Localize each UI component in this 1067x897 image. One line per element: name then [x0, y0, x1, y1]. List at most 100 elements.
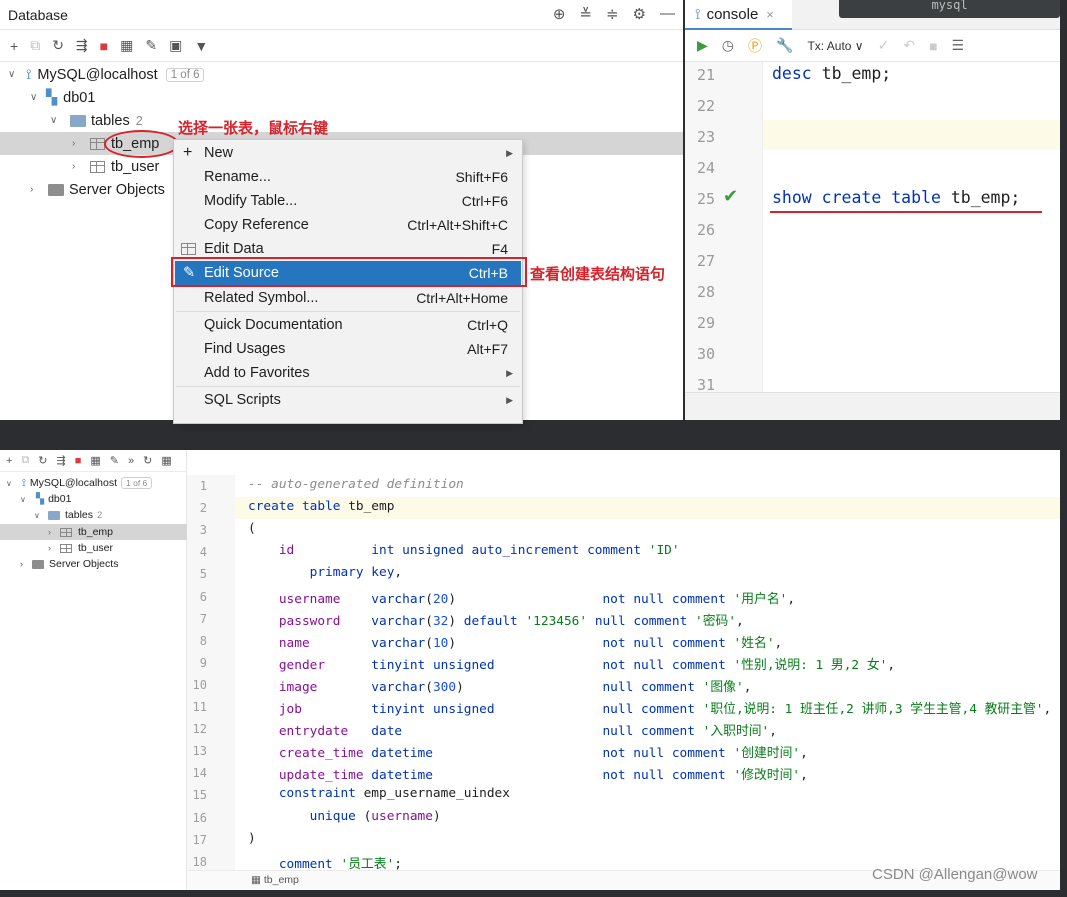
code-line[interactable]: gender tinyint unsigned not null comment…: [248, 654, 895, 673]
tab-console[interactable]: ⟟ console ×: [685, 0, 792, 30]
run-icon[interactable]: ▶: [697, 37, 708, 54]
chevron-down-icon[interactable]: ∨: [30, 92, 42, 103]
menu-item-add-to-favorites[interactable]: Add to Favorites ▶: [175, 361, 521, 385]
chevron-down-icon[interactable]: ∨: [8, 69, 20, 80]
code-line[interactable]: update_time datetime not null comment '修…: [248, 764, 808, 783]
add-icon[interactable]: +: [10, 38, 18, 54]
refresh-icon[interactable]: ↻: [38, 454, 47, 467]
crosshair-icon[interactable]: ⊕: [553, 5, 566, 23]
code-line[interactable]: name varchar(10) not null comment '姓名',: [248, 632, 782, 651]
folder-icon: [48, 183, 64, 196]
menu-item-copy-reference[interactable]: Copy Reference Ctrl+Alt+Shift+C: [175, 213, 521, 237]
refresh-icon[interactable]: ↻: [143, 454, 152, 467]
chevron-down-icon[interactable]: ∨: [50, 115, 62, 126]
menu-item-rename[interactable]: Rename... Shift+F6: [175, 165, 521, 189]
commit-icon[interactable]: ✓: [878, 37, 890, 54]
chevron-right-icon[interactable]: ›: [48, 543, 60, 553]
code-line-25[interactable]: show create table tb_emp;: [772, 188, 1020, 207]
more-icon[interactable]: »: [128, 455, 134, 467]
query-console-icon[interactable]: ▣: [169, 37, 182, 54]
table-editor-icon[interactable]: ▦: [90, 454, 100, 467]
code-line[interactable]: comment '员工表';: [248, 853, 402, 872]
tree-server-objects[interactable]: › Server Objects: [30, 178, 165, 201]
code-line[interactable]: ): [248, 831, 256, 846]
chevron-right-icon[interactable]: ›: [20, 559, 32, 569]
server-objects-label: Server Objects: [69, 181, 165, 198]
code-line[interactable]: constraint emp_username_uindex: [248, 786, 510, 801]
menu-item-find-usages[interactable]: Find Usages Alt+F7: [175, 337, 521, 361]
table-editor-icon[interactable]: ▦: [120, 37, 133, 54]
close-icon[interactable]: ×: [766, 7, 774, 22]
schema-icon[interactable]: ⇶: [57, 454, 66, 467]
line-number: 4: [199, 545, 207, 560]
code-line[interactable]: (: [248, 521, 256, 536]
filter-icon[interactable]: ▼: [194, 38, 208, 54]
schema-icon[interactable]: ⇶: [76, 37, 88, 54]
code-line[interactable]: entrydate date null comment '入职时间',: [248, 720, 777, 739]
chevron-down-icon[interactable]: ∨: [20, 495, 32, 504]
line-number: 8: [199, 633, 207, 648]
line-number: 14: [192, 766, 207, 781]
tree-datasource[interactable]: ∨ ⟟ MySQL@localhost 1 of 6: [8, 63, 205, 86]
checkmark-icon: ✔: [723, 186, 739, 206]
menu-item-new[interactable]: + New ▶: [175, 141, 521, 165]
refresh-icon[interactable]: ↻: [52, 37, 64, 54]
copy-icon[interactable]: ⧉: [30, 37, 40, 54]
chevron-right-icon[interactable]: ›: [72, 138, 84, 149]
tree-tables-folder[interactable]: ∨ tables 2: [34, 507, 102, 523]
tree-schema[interactable]: ∨ ▚ db01: [20, 491, 71, 507]
code-line[interactable]: -- auto-generated definition: [248, 477, 464, 492]
code-line-21[interactable]: desc tb_emp;: [772, 64, 891, 83]
rollback-icon[interactable]: ↶: [903, 37, 915, 54]
chevron-down-icon[interactable]: ∨: [34, 511, 46, 520]
edit-icon[interactable]: ✎: [145, 37, 157, 54]
grid-icon[interactable]: ▦: [161, 454, 171, 467]
minimize-icon[interactable]: —: [660, 5, 675, 23]
tables-count: 2: [135, 113, 143, 128]
table-layout-icon[interactable]: ☰: [952, 37, 965, 54]
chevron-right-icon[interactable]: ›: [72, 161, 84, 172]
tree-table-tb-user[interactable]: › tb_user: [48, 540, 113, 556]
code-line[interactable]: password varchar(32) default '123456' nu…: [248, 610, 744, 629]
menu-item-quick-documentation[interactable]: Quick Documentation Ctrl+Q: [175, 313, 521, 337]
tree-table-tb-emp[interactable]: › tb_emp: [48, 524, 113, 540]
code-line[interactable]: create_time datetime not null comment '创…: [248, 742, 808, 761]
menu-item-sql-scripts[interactable]: SQL Scripts ▶: [175, 388, 521, 412]
code-line[interactable]: username varchar(20) not null comment '用…: [248, 588, 795, 607]
tree-datasource[interactable]: ∨ ⟟ MySQL@localhost 1 of 6: [6, 475, 153, 491]
expand-all-icon[interactable]: ≚: [579, 5, 592, 23]
code-line[interactable]: create table tb_emp: [248, 499, 394, 514]
line-number: 3: [199, 523, 207, 538]
tree-schema[interactable]: ∨ ▚ db01: [30, 86, 95, 109]
code-line[interactable]: primary key,: [248, 565, 403, 580]
line-number: 7: [199, 611, 207, 626]
console-status: [685, 392, 1060, 420]
chevron-down-icon[interactable]: ∨: [6, 479, 18, 488]
tree-server-objects[interactable]: › Server Objects: [20, 556, 118, 572]
line-number: 30: [696, 345, 715, 363]
code-line[interactable]: id int unsigned auto_increment comment '…: [248, 543, 680, 558]
gear-icon[interactable]: ⚙: [633, 5, 646, 23]
datasource-badge[interactable]: 1 of 6: [165, 67, 205, 82]
profile-icon[interactable]: Ⓟ: [748, 36, 762, 56]
menu-item-related-symbol[interactable]: Related Symbol... Ctrl+Alt+Home: [175, 286, 521, 310]
wrench-icon[interactable]: 🔧: [776, 37, 793, 54]
copy-icon[interactable]: ⧉: [21, 454, 29, 467]
folder-icon: [70, 114, 86, 127]
menu-item-modify-table[interactable]: Modify Table... Ctrl+F6: [175, 189, 521, 213]
history-icon[interactable]: ◷: [722, 37, 734, 54]
chevron-right-icon[interactable]: ›: [30, 184, 42, 195]
tx-mode-select[interactable]: Tx: Auto ∨: [807, 39, 863, 53]
stop-icon[interactable]: ■: [929, 38, 937, 54]
code-line[interactable]: unique (username): [248, 809, 441, 824]
tree-tables-folder[interactable]: ∨ tables 2: [50, 109, 143, 132]
tree-table-tb-user[interactable]: › tb_user: [72, 155, 159, 178]
collapse-all-icon[interactable]: ≑: [606, 5, 619, 23]
stop-icon[interactable]: ■: [75, 455, 82, 467]
stop-icon[interactable]: ■: [100, 38, 108, 54]
code-line[interactable]: image varchar(300) null comment '图像',: [248, 676, 752, 695]
edit-icon[interactable]: ✎: [110, 454, 119, 467]
add-icon[interactable]: +: [6, 455, 12, 467]
code-line[interactable]: job tinyint unsigned null comment '职位,说明…: [248, 698, 1051, 717]
chevron-right-icon[interactable]: ›: [48, 527, 60, 537]
